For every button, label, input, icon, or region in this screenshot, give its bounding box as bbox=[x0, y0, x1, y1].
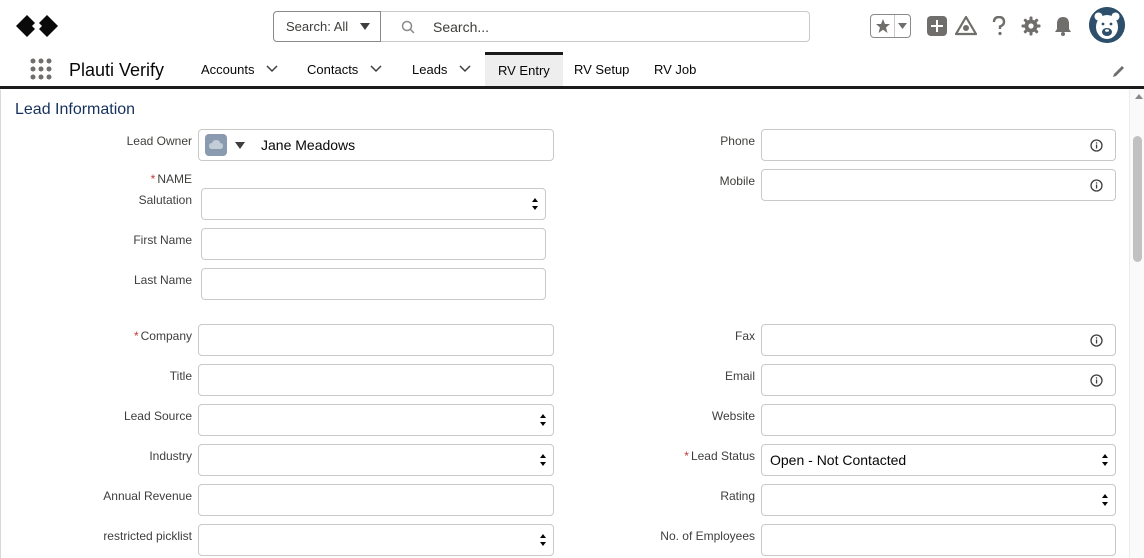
trailhead-icon[interactable] bbox=[955, 15, 977, 37]
industry-select[interactable] bbox=[198, 444, 554, 476]
lead-status-label: * Lead Status bbox=[684, 449, 755, 463]
required-marker: * bbox=[684, 449, 689, 463]
select-arrows-icon bbox=[532, 198, 538, 210]
scrollbar-thumb[interactable] bbox=[1133, 136, 1142, 262]
tab-label: RV Setup bbox=[574, 61, 630, 77]
vertical-scrollbar[interactable] bbox=[1129, 90, 1144, 558]
select-arrows-icon bbox=[1102, 454, 1108, 466]
lead-owner-label: Lead Owner bbox=[126, 134, 192, 148]
required-marker: * bbox=[150, 172, 156, 186]
lead-owner-lookup[interactable]: Jane Meadows bbox=[198, 129, 554, 161]
salutation-select[interactable] bbox=[201, 188, 546, 220]
rating-select[interactable] bbox=[761, 484, 1116, 516]
company-label: * Company bbox=[133, 329, 192, 343]
notifications-bell-icon[interactable] bbox=[1052, 15, 1074, 37]
select-arrows-icon bbox=[540, 454, 546, 466]
tab-label: Accounts bbox=[201, 61, 255, 77]
search-icon bbox=[401, 20, 415, 34]
salutation-label: Salutation bbox=[138, 193, 192, 207]
info-icon[interactable] bbox=[1090, 179, 1103, 192]
mobile-label: Mobile bbox=[719, 174, 755, 188]
favorites-menu-icon[interactable] bbox=[895, 15, 910, 37]
industry-label: Industry bbox=[149, 449, 192, 463]
rating-label: Rating bbox=[720, 489, 755, 503]
search-scope-label: Search: All bbox=[286, 19, 349, 34]
plauti-logo-icon[interactable] bbox=[16, 13, 58, 39]
first-name-label: First Name bbox=[133, 233, 192, 247]
lead-source-label: Lead Source bbox=[123, 409, 192, 423]
phone-label: Phone bbox=[720, 134, 755, 148]
user-avatar-icon bbox=[205, 134, 227, 156]
favorites-button[interactable] bbox=[870, 14, 911, 38]
user-avatar[interactable] bbox=[1089, 7, 1125, 43]
annual-revenue-label: Annual Revenue bbox=[103, 489, 192, 503]
no-of-employees-input[interactable] bbox=[761, 524, 1116, 556]
fax-label: Fax bbox=[734, 329, 755, 343]
app-name: Plauti Verify bbox=[69, 60, 165, 80]
app-launcher-icon[interactable] bbox=[30, 58, 52, 80]
title-label: Title bbox=[169, 369, 192, 383]
chevron-down-icon[interactable] bbox=[235, 141, 245, 149]
select-arrows-icon bbox=[1102, 494, 1108, 506]
chevron-down-icon bbox=[360, 23, 370, 30]
search-input[interactable] bbox=[433, 18, 793, 35]
no-of-employees-label: No. of Employees bbox=[660, 529, 755, 543]
website-label: Website bbox=[711, 409, 755, 423]
email-label: Email bbox=[724, 369, 755, 383]
website-input[interactable] bbox=[761, 404, 1116, 436]
mobile-input[interactable] bbox=[761, 169, 1116, 201]
required-marker: * bbox=[133, 329, 139, 343]
chevron-down-icon[interactable] bbox=[370, 65, 382, 73]
info-icon[interactable] bbox=[1090, 374, 1103, 387]
lead-form: Lead Information Lead Owner Jane Meadows… bbox=[0, 90, 1144, 558]
phone-input[interactable] bbox=[761, 129, 1116, 161]
chevron-down-icon[interactable] bbox=[266, 65, 279, 73]
restricted-picklist-select[interactable] bbox=[198, 524, 554, 556]
add-icon[interactable] bbox=[926, 15, 948, 37]
chevron-down-icon[interactable] bbox=[459, 65, 471, 73]
tab-rv-entry[interactable]: RV Entry bbox=[485, 52, 563, 86]
tab-contacts[interactable]: Contacts bbox=[307, 52, 382, 86]
select-arrows-icon bbox=[540, 414, 546, 426]
tab-label: RV Entry bbox=[498, 63, 550, 78]
global-search[interactable] bbox=[381, 11, 810, 42]
title-input[interactable] bbox=[198, 364, 554, 396]
company-input[interactable] bbox=[198, 324, 554, 356]
scroll-up-arrow-icon[interactable] bbox=[1135, 94, 1143, 99]
first-name-input[interactable] bbox=[201, 228, 546, 260]
lead-status-select[interactable]: Open - Not Contacted bbox=[761, 444, 1116, 476]
email-input[interactable] bbox=[761, 364, 1116, 396]
last-name-label: Last Name bbox=[133, 273, 192, 287]
app-navigation-bar: Plauti Verify Accounts Contacts Leads RV… bbox=[0, 52, 1144, 89]
search-scope-select[interactable]: Search: All bbox=[273, 11, 381, 42]
tab-label: Leads bbox=[412, 61, 448, 77]
tab-label: RV Job bbox=[654, 61, 697, 77]
info-icon[interactable] bbox=[1090, 334, 1103, 347]
help-icon[interactable] bbox=[988, 15, 1010, 37]
fax-input[interactable] bbox=[761, 324, 1116, 356]
setup-gear-icon[interactable] bbox=[1020, 15, 1042, 37]
name-heading: * NAME bbox=[150, 172, 192, 186]
tab-accounts[interactable]: Accounts bbox=[201, 52, 279, 86]
lead-source-select[interactable] bbox=[198, 404, 554, 436]
annual-revenue-input[interactable] bbox=[198, 484, 554, 516]
lead-status-value: Open - Not Contacted bbox=[770, 452, 907, 468]
edit-nav-pencil-icon[interactable] bbox=[1112, 64, 1126, 78]
tab-leads[interactable]: Leads bbox=[412, 52, 471, 86]
tab-rv-setup[interactable]: RV Setup bbox=[574, 52, 629, 86]
restricted-picklist-label: restricted picklist bbox=[103, 529, 192, 543]
info-icon[interactable] bbox=[1090, 139, 1103, 152]
global-header: Search: All bbox=[0, 0, 1144, 52]
lead-owner-value: Jane Meadows bbox=[261, 137, 356, 153]
select-arrows-icon bbox=[540, 534, 546, 546]
favorites-star-icon[interactable] bbox=[871, 15, 895, 37]
tab-label: Contacts bbox=[307, 61, 359, 77]
section-title: Lead Information bbox=[15, 101, 136, 118]
last-name-input[interactable] bbox=[201, 268, 546, 300]
tab-rv-job[interactable]: RV Job bbox=[654, 52, 696, 86]
